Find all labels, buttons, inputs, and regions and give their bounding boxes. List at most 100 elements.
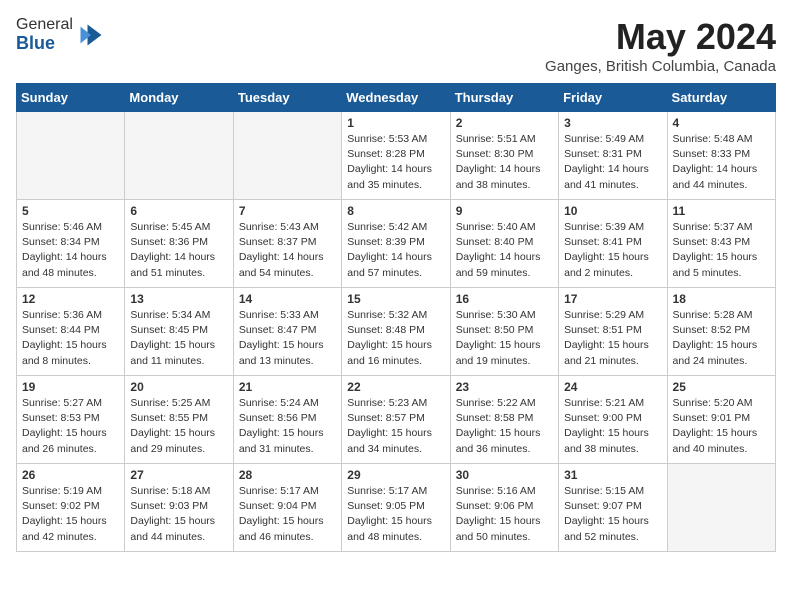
week-row-1: 1 Sunrise: 5:53 AM Sunset: 8:28 PM Daylig… <box>17 112 776 200</box>
day-info: Sunrise: 5:16 AM Sunset: 9:06 PM Dayligh… <box>456 484 553 545</box>
day-info: Sunrise: 5:32 AM Sunset: 8:48 PM Dayligh… <box>347 308 444 369</box>
day-cell: 20 Sunrise: 5:25 AM Sunset: 8:55 PM Dayli… <box>125 376 233 464</box>
day-cell: 2 Sunrise: 5:51 AM Sunset: 8:30 PM Daylig… <box>450 112 558 200</box>
day-info: Sunrise: 5:49 AM Sunset: 8:31 PM Dayligh… <box>564 132 661 193</box>
day-cell: 12Sunrise: 5:36 AM Sunset: 8:44 PM Dayli… <box>17 288 125 376</box>
title-block: May 2024 Ganges, British Columbia, Canad… <box>545 16 776 75</box>
day-number: 19 <box>22 380 119 394</box>
day-info: Sunrise: 5:23 AM Sunset: 8:57 PM Dayligh… <box>347 396 444 457</box>
calendar-table: SundayMondayTuesdayWednesdayThursdayFrid… <box>16 83 776 552</box>
day-cell: 10 Sunrise: 5:39 AM Sunset: 8:41 PM Dayli… <box>559 200 667 288</box>
day-cell <box>233 112 341 200</box>
day-number: 17 <box>564 292 661 306</box>
day-cell: 21 Sunrise: 5:24 AM Sunset: 8:56 PM Dayli… <box>233 376 341 464</box>
day-cell: 29 Sunrise: 5:17 AM Sunset: 9:05 PM Dayli… <box>342 464 450 552</box>
day-info: Sunrise: 5:30 AM Sunset: 8:50 PM Dayligh… <box>456 308 553 369</box>
week-row-4: 19 Sunrise: 5:27 AM Sunset: 8:53 PM Dayli… <box>17 376 776 464</box>
day-number: 8 <box>347 204 444 218</box>
day-info: Sunrise: 5:17 AM Sunset: 9:04 PM Dayligh… <box>239 484 336 545</box>
day-info: Sunrise: 5:20 AM Sunset: 9:01 PM Dayligh… <box>673 396 770 457</box>
day-info: Sunrise: 5:39 AM Sunset: 8:41 PM Dayligh… <box>564 220 661 281</box>
day-number: 12 <box>22 292 119 306</box>
day-info: Sunrise: 5:42 AM Sunset: 8:39 PM Dayligh… <box>347 220 444 281</box>
day-number: 5 <box>22 204 119 218</box>
day-number: 21 <box>239 380 336 394</box>
day-number: 28 <box>239 468 336 482</box>
week-row-3: 12Sunrise: 5:36 AM Sunset: 8:44 PM Dayli… <box>17 288 776 376</box>
logo-text: General Blue <box>16 16 73 53</box>
day-info: Sunrise: 5:18 AM Sunset: 9:03 PM Dayligh… <box>130 484 227 545</box>
day-cell <box>125 112 233 200</box>
day-number: 30 <box>456 468 553 482</box>
week-row-5: 26Sunrise: 5:19 AM Sunset: 9:02 PM Dayli… <box>17 464 776 552</box>
day-cell: 17 Sunrise: 5:29 AM Sunset: 8:51 PM Dayli… <box>559 288 667 376</box>
day-info: Sunrise: 5:43 AM Sunset: 8:37 PM Dayligh… <box>239 220 336 281</box>
day-cell: 1 Sunrise: 5:53 AM Sunset: 8:28 PM Daylig… <box>342 112 450 200</box>
day-cell: 31Sunrise: 5:15 AM Sunset: 9:07 PM Dayli… <box>559 464 667 552</box>
day-number: 14 <box>239 292 336 306</box>
day-info: Sunrise: 5:45 AM Sunset: 8:36 PM Dayligh… <box>130 220 227 281</box>
day-info: Sunrise: 5:19 AM Sunset: 9:02 PM Dayligh… <box>22 484 119 545</box>
day-info: Sunrise: 5:21 AM Sunset: 9:00 PM Dayligh… <box>564 396 661 457</box>
day-cell: 8 Sunrise: 5:42 AM Sunset: 8:39 PM Daylig… <box>342 200 450 288</box>
day-number: 7 <box>239 204 336 218</box>
logo-blue: Blue <box>16 34 73 54</box>
day-info: Sunrise: 5:24 AM Sunset: 8:56 PM Dayligh… <box>239 396 336 457</box>
day-info: Sunrise: 5:27 AM Sunset: 8:53 PM Dayligh… <box>22 396 119 457</box>
day-number: 4 <box>673 116 770 130</box>
day-cell: 13 Sunrise: 5:34 AM Sunset: 8:45 PM Dayli… <box>125 288 233 376</box>
header-cell-thursday: Thursday <box>450 84 558 112</box>
week-row-2: 5 Sunrise: 5:46 AM Sunset: 8:34 PM Daylig… <box>17 200 776 288</box>
day-cell: 11Sunrise: 5:37 AM Sunset: 8:43 PM Dayli… <box>667 200 775 288</box>
logo: General Blue <box>16 16 105 53</box>
day-cell: 27 Sunrise: 5:18 AM Sunset: 9:03 PM Dayli… <box>125 464 233 552</box>
day-number: 1 <box>347 116 444 130</box>
day-info: Sunrise: 5:25 AM Sunset: 8:55 PM Dayligh… <box>130 396 227 457</box>
day-info: Sunrise: 5:28 AM Sunset: 8:52 PM Dayligh… <box>673 308 770 369</box>
day-cell: 6Sunrise: 5:45 AM Sunset: 8:36 PM Daylig… <box>125 200 233 288</box>
day-cell: 9Sunrise: 5:40 AM Sunset: 8:40 PM Daylig… <box>450 200 558 288</box>
day-cell: 5 Sunrise: 5:46 AM Sunset: 8:34 PM Daylig… <box>17 200 125 288</box>
day-number: 10 <box>564 204 661 218</box>
day-info: Sunrise: 5:22 AM Sunset: 8:58 PM Dayligh… <box>456 396 553 457</box>
day-number: 18 <box>673 292 770 306</box>
day-number: 11 <box>673 204 770 218</box>
day-cell: 30 Sunrise: 5:16 AM Sunset: 9:06 PM Dayli… <box>450 464 558 552</box>
day-cell: 24Sunrise: 5:21 AM Sunset: 9:00 PM Dayli… <box>559 376 667 464</box>
day-cell: 25Sunrise: 5:20 AM Sunset: 9:01 PM Dayli… <box>667 376 775 464</box>
day-info: Sunrise: 5:51 AM Sunset: 8:30 PM Dayligh… <box>456 132 553 193</box>
day-cell: 4Sunrise: 5:48 AM Sunset: 8:33 PM Daylig… <box>667 112 775 200</box>
header-row: SundayMondayTuesdayWednesdayThursdayFrid… <box>17 84 776 112</box>
day-info: Sunrise: 5:46 AM Sunset: 8:34 PM Dayligh… <box>22 220 119 281</box>
day-cell: 22 Sunrise: 5:23 AM Sunset: 8:57 PM Dayli… <box>342 376 450 464</box>
header-cell-sunday: Sunday <box>17 84 125 112</box>
day-number: 15 <box>347 292 444 306</box>
day-number: 27 <box>130 468 227 482</box>
day-info: Sunrise: 5:40 AM Sunset: 8:40 PM Dayligh… <box>456 220 553 281</box>
day-cell: 18 Sunrise: 5:28 AM Sunset: 8:52 PM Dayli… <box>667 288 775 376</box>
header-cell-monday: Monday <box>125 84 233 112</box>
day-number: 20 <box>130 380 227 394</box>
day-cell: 14 Sunrise: 5:33 AM Sunset: 8:47 PM Dayli… <box>233 288 341 376</box>
day-number: 2 <box>456 116 553 130</box>
day-cell: 28 Sunrise: 5:17 AM Sunset: 9:04 PM Dayli… <box>233 464 341 552</box>
day-info: Sunrise: 5:29 AM Sunset: 8:51 PM Dayligh… <box>564 308 661 369</box>
day-number: 22 <box>347 380 444 394</box>
day-cell: 19 Sunrise: 5:27 AM Sunset: 8:53 PM Dayli… <box>17 376 125 464</box>
logo-general: General <box>16 16 73 34</box>
header-cell-tuesday: Tuesday <box>233 84 341 112</box>
header-cell-wednesday: Wednesday <box>342 84 450 112</box>
day-number: 23 <box>456 380 553 394</box>
day-number: 13 <box>130 292 227 306</box>
location: Ganges, British Columbia, Canada <box>545 58 776 75</box>
day-info: Sunrise: 5:34 AM Sunset: 8:45 PM Dayligh… <box>130 308 227 369</box>
day-info: Sunrise: 5:17 AM Sunset: 9:05 PM Dayligh… <box>347 484 444 545</box>
header-cell-saturday: Saturday <box>667 84 775 112</box>
day-cell <box>17 112 125 200</box>
day-number: 3 <box>564 116 661 130</box>
day-number: 29 <box>347 468 444 482</box>
day-info: Sunrise: 5:33 AM Sunset: 8:47 PM Dayligh… <box>239 308 336 369</box>
day-cell: 15 Sunrise: 5:32 AM Sunset: 8:48 PM Dayli… <box>342 288 450 376</box>
day-info: Sunrise: 5:53 AM Sunset: 8:28 PM Dayligh… <box>347 132 444 193</box>
day-cell: 26Sunrise: 5:19 AM Sunset: 9:02 PM Dayli… <box>17 464 125 552</box>
